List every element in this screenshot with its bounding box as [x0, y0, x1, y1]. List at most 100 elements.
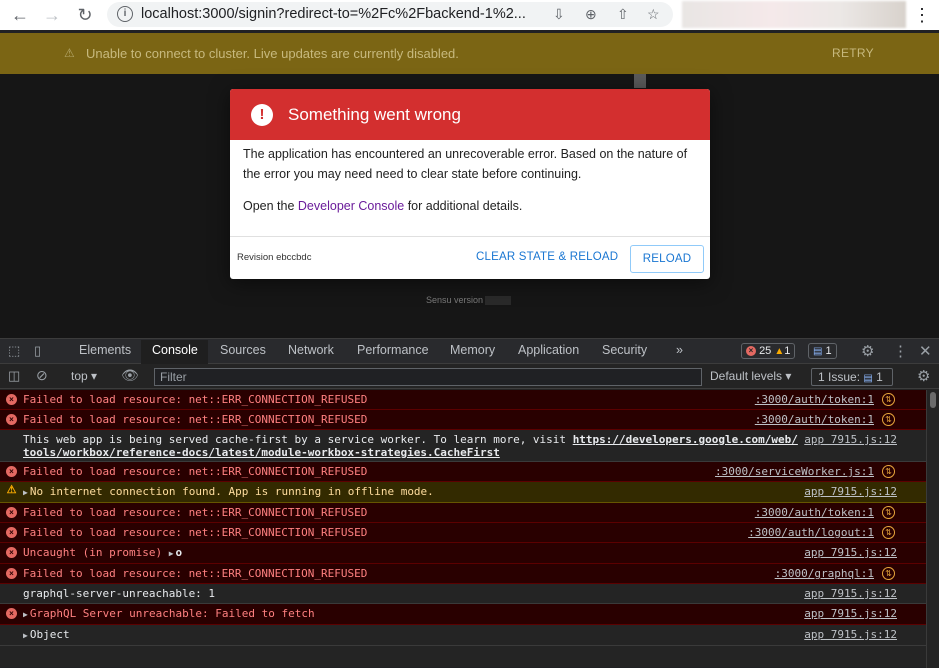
error-icon: × [6, 507, 17, 518]
console-row: × Failed to load resource: net::ERR_CONN… [0, 564, 926, 584]
expand-triangle-icon[interactable]: ▶ [23, 488, 28, 497]
expand-triangle-icon[interactable]: ▶ [23, 631, 28, 640]
console-message: This web app is being served cache-first… [23, 433, 573, 446]
devtools-panel: ⬚ ▯ Elements Console Sources Network Per… [0, 338, 939, 668]
console-message: Failed to load resource: net::ERR_CONNEC… [23, 465, 368, 478]
version-label: Sensu version [426, 295, 484, 305]
network-request-icon[interactable]: ⇅ [882, 465, 895, 478]
message-counter[interactable]: ▤ 1 [808, 343, 837, 359]
error-count-icon: × [746, 346, 756, 357]
error-icon: ! [251, 104, 273, 126]
devtools-menu-icon[interactable]: ⋮ [893, 342, 908, 360]
browser-menu-icon[interactable]: ⋮ [913, 5, 931, 26]
close-devtools-icon[interactable]: ✕ [919, 342, 932, 360]
console-message: Failed to load resource: net::ERR_CONNEC… [23, 506, 368, 519]
source-link[interactable]: app 7915.js:12 [804, 628, 897, 641]
workbox-docs-link[interactable]: https://developers.google.com/web/ [573, 433, 798, 446]
dialog-header: ! Something went wrong [230, 89, 710, 140]
more-tabs-button[interactable]: » [676, 343, 683, 357]
issues-button[interactable]: 1 Issue: ▤ 1 [811, 368, 893, 386]
warning-count-icon: ▲ [774, 346, 785, 357]
console-message: Uncaught (in promise) [23, 546, 169, 559]
console-row: × Failed to load resource: net::ERR_CONN… [0, 523, 926, 543]
console-message[interactable]: Object [30, 628, 70, 641]
context-selector[interactable]: top ▾ [71, 369, 97, 383]
scroll-thumb[interactable] [930, 392, 936, 408]
console-message: graphql-server-unreachable: 1 [23, 587, 216, 600]
console-settings-gear-icon[interactable]: ⚙ [917, 367, 930, 385]
console-row: × Failed to load resource: net::ERR_CONN… [0, 503, 926, 523]
tab-security[interactable]: Security [602, 343, 647, 357]
source-link[interactable]: app 7915.js:12 [804, 433, 897, 446]
tab-sources[interactable]: Sources [220, 343, 266, 357]
site-info-icon[interactable]: i [117, 6, 133, 22]
expand-triangle-icon[interactable]: ▶ [169, 549, 174, 558]
dialog-title: Something went wrong [288, 105, 461, 124]
network-request-icon[interactable]: ⇅ [882, 506, 895, 519]
tab-application[interactable]: Application [518, 343, 579, 357]
live-expression-eye-icon[interactable]: 👁 [121, 367, 139, 384]
source-link[interactable]: app 7915.js:12 [804, 607, 897, 620]
source-link[interactable]: :3000/auth/token:1 [755, 413, 874, 426]
back-arrow-icon[interactable]: ← [10, 5, 30, 25]
console-filter-input[interactable]: Filter [154, 368, 702, 386]
bookmark-star-icon[interactable]: ☆ [647, 6, 660, 23]
source-link[interactable]: :3000/auth/logout:1 [748, 526, 874, 539]
issues-count: 1 [876, 370, 883, 384]
network-request-icon[interactable]: ⇅ [882, 393, 895, 406]
error-icon: × [6, 568, 17, 579]
error-warning-counter[interactable]: × 25 ▲1 [741, 343, 796, 359]
console-message: No internet connection found. App is run… [29, 485, 434, 498]
clear-console-icon[interactable]: ⊘ [36, 367, 48, 384]
issues-label: 1 Issue: [818, 370, 861, 384]
error-icon: × [6, 608, 17, 619]
expand-triangle-icon[interactable]: ▶ [23, 610, 28, 619]
developer-console-link[interactable]: Developer Console [298, 199, 404, 213]
sidebar-toggle-icon[interactable]: ◫ [8, 368, 20, 384]
warning-icon: ⚠ [64, 46, 75, 60]
source-link[interactable]: :3000/auth/token:1 [755, 506, 874, 519]
source-link[interactable]: app 7915.js:12 [804, 587, 897, 600]
dialog-console-hint: Open the Developer Console for additiona… [243, 196, 697, 216]
settings-gear-icon[interactable]: ⚙ [861, 342, 874, 360]
tab-elements[interactable]: Elements [79, 343, 131, 357]
retry-button[interactable]: RETRY [832, 46, 874, 60]
log-levels-dropdown[interactable]: Default levels ▾ [710, 369, 791, 383]
reload-button[interactable]: RELOAD [630, 245, 704, 273]
network-request-icon[interactable]: ⇅ [882, 567, 895, 580]
device-toolbar-icon[interactable]: ▯ [34, 343, 41, 359]
tab-performance[interactable]: Performance [357, 343, 429, 357]
address-bar[interactable]: i localhost:3000/signin?redirect-to=%2Fc… [107, 2, 673, 27]
share-icon[interactable]: ⇧ [617, 6, 629, 23]
reload-icon[interactable]: ↻ [75, 5, 95, 25]
error-icon: × [6, 414, 17, 425]
error-dialog: ! Something went wrong The application h… [230, 89, 710, 279]
inspect-element-icon[interactable]: ⬚ [8, 343, 20, 359]
source-link[interactable]: :3000/graphql:1 [775, 567, 874, 580]
tab-network[interactable]: Network [288, 343, 334, 357]
workbox-docs-link-cont[interactable]: tools/workbox/reference-docs/latest/modu… [23, 446, 500, 459]
object-preview[interactable]: o [176, 546, 183, 559]
console-scrollbar[interactable] [926, 390, 939, 668]
install-icon[interactable]: ⇩ [553, 6, 565, 23]
console-row: ▶ Object app 7915.js:12 [0, 625, 926, 646]
console-row: × Failed to load resource: net::ERR_CONN… [0, 410, 926, 430]
source-link[interactable]: :3000/serviceWorker.js:1 [715, 465, 874, 478]
clear-state-reload-button[interactable]: CLEAR STATE & RELOAD [476, 251, 618, 263]
network-request-icon[interactable]: ⇅ [882, 526, 895, 539]
warning-count: 1 [784, 345, 791, 357]
zoom-icon[interactable]: ⊕ [585, 6, 597, 23]
network-request-icon[interactable]: ⇅ [882, 413, 895, 426]
drawer-edge [634, 74, 646, 88]
dialog-message: The application has encountered an unrec… [243, 147, 688, 181]
levels-label: Default levels [710, 369, 783, 383]
connection-warning-banner: ⚠ Unable to connect to cluster. Live upd… [0, 33, 939, 74]
tab-memory[interactable]: Memory [450, 343, 495, 357]
console-message: Failed to load resource: net::ERR_CONNEC… [23, 393, 368, 406]
forward-arrow-icon[interactable]: → [42, 5, 62, 25]
source-link[interactable]: app 7915.js:12 [804, 485, 897, 498]
tab-console[interactable]: Console [152, 343, 198, 357]
source-link[interactable]: app 7915.js:12 [804, 546, 897, 559]
console-row: × Failed to load resource: net::ERR_CONN… [0, 390, 926, 410]
source-link[interactable]: :3000/auth/token:1 [755, 393, 874, 406]
